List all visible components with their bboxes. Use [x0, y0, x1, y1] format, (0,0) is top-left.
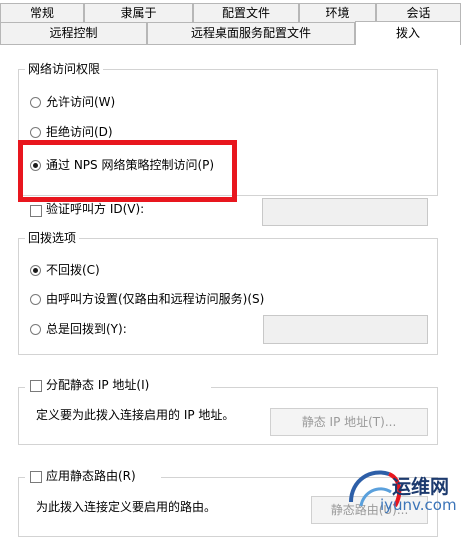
- static-ip-button[interactable]: 静态 IP 地址(T)...: [270, 408, 428, 436]
- tab-profile[interactable]: 配置文件: [193, 3, 299, 22]
- tab-remote-control[interactable]: 远程控制: [0, 22, 147, 45]
- watermark-en: iyunv.com: [380, 496, 457, 514]
- static-ip-label: 分配静态 IP 地址(I): [46, 378, 150, 392]
- caller-set-radio[interactable]: [30, 294, 41, 305]
- always-callback-radio[interactable]: [30, 324, 41, 335]
- tab-label: 会话: [406, 6, 431, 20]
- static-ip-checkbox[interactable]: [30, 380, 42, 392]
- allow-access-label: 允许访问(W): [46, 95, 116, 109]
- tab-member-of[interactable]: 隶属于: [84, 3, 193, 22]
- static-routes-label: 应用静态路由(R): [46, 469, 136, 483]
- allow-access-radio[interactable]: [30, 97, 41, 108]
- static-routes-checkbox[interactable]: [30, 471, 42, 483]
- always-callback-label: 总是回拨到(Y):: [46, 322, 127, 336]
- network-access-title: 网络访问权限: [25, 62, 104, 76]
- deny-access-label: 拒绝访问(D): [46, 125, 113, 139]
- tab-general[interactable]: 常规: [0, 3, 84, 22]
- no-callback-radio[interactable]: [30, 265, 41, 276]
- callback-title: 回拨选项: [25, 231, 80, 245]
- static-ip-description: 定义要为此拨入连接启用的 IP 地址。: [36, 408, 235, 422]
- caller-id-field[interactable]: [262, 198, 428, 226]
- highlight-box: [18, 140, 237, 202]
- verify-caller-id-label: 验证呼叫方 ID(V):: [46, 202, 145, 216]
- tab-dial-in[interactable]: 拨入: [355, 21, 461, 45]
- deny-access-radio[interactable]: [30, 127, 41, 138]
- caller-set-label: 由呼叫方设置(仅路由和远程访问服务)(S): [46, 292, 265, 306]
- static-routes-description: 为此拨入连接定义要启用的路由。: [36, 500, 217, 514]
- always-callback-field[interactable]: [263, 315, 428, 344]
- tab-sessions[interactable]: 会话: [376, 3, 461, 22]
- no-callback-label: 不回拨(C): [46, 263, 100, 277]
- tab-label: 隶属于: [120, 6, 157, 20]
- tab-rds-profile[interactable]: 远程桌面服务配置文件: [147, 22, 355, 45]
- tab-label: 环境: [325, 6, 350, 20]
- tab-label: 常规: [29, 6, 54, 20]
- tab-label: 远程桌面服务配置文件: [190, 26, 311, 40]
- tab-label: 远程控制: [49, 26, 98, 40]
- tab-environment[interactable]: 环境: [299, 3, 376, 22]
- tab-label: 拨入: [395, 26, 420, 40]
- verify-caller-id-checkbox[interactable]: [30, 205, 42, 217]
- watermark-cn: 运维网: [392, 476, 450, 498]
- tab-label: 配置文件: [221, 6, 270, 20]
